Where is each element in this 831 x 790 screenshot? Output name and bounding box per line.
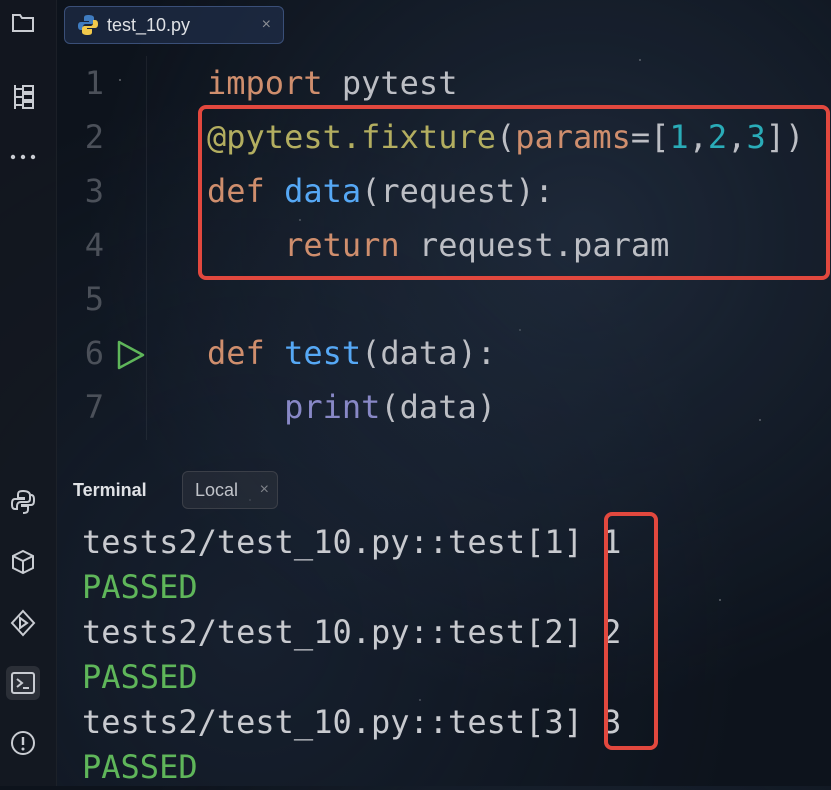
fixture-highlight-box [198, 105, 830, 280]
code-text: print(data) [207, 380, 496, 434]
code-token: import [207, 64, 323, 102]
code-token: (data) [380, 388, 496, 426]
line-number: 2 [84, 118, 104, 156]
code-token: (data): [361, 334, 496, 372]
close-icon[interactable]: × [260, 481, 269, 499]
python-file-icon [78, 15, 98, 35]
problems-icon[interactable] [6, 726, 40, 760]
code-token: def [207, 334, 285, 372]
terminal-passed-line: PASSED [82, 658, 198, 696]
terminal-output[interactable]: tests2/test_10.py::test[1] 1 PASSED tests2… [56, 516, 831, 786]
python-packages-icon[interactable] [6, 546, 40, 580]
code-line[interactable]: 5 [56, 272, 831, 326]
run-test-icon[interactable] [114, 339, 146, 371]
services-icon[interactable] [6, 606, 40, 640]
terminal-output-line: tests2/test_10.py::test[2] 2 [82, 613, 622, 651]
code-line[interactable]: 6 def test(data): [56, 326, 831, 380]
editor-tab-bar: test_10.py × [56, 0, 831, 50]
editor-tab-test-10[interactable]: test_10.py × [64, 6, 284, 44]
line-number: 7 [84, 388, 104, 426]
line-number: 1 [84, 64, 104, 102]
terminal-icon[interactable] [6, 666, 40, 700]
tool-window-sidebar [0, 0, 57, 786]
terminal-output-line: tests2/test_10.py::test[3] 3 [82, 703, 622, 741]
code-token: print [284, 388, 381, 426]
structure-icon[interactable] [6, 80, 40, 114]
terminal-passed-line: PASSED [82, 748, 198, 786]
code-token: test [284, 334, 362, 372]
terminal-output-line: tests2/test_10.py::test[1] 1 [82, 523, 622, 561]
line-number: 5 [84, 280, 104, 318]
code-token: pytest [322, 64, 458, 102]
terminal-passed-line: PASSED [82, 568, 198, 606]
terminal-header: Terminal Local × [56, 466, 831, 514]
output-highlight-box [604, 512, 658, 750]
folder-icon[interactable] [6, 6, 40, 40]
code-line[interactable]: 1 import pytest [56, 56, 831, 110]
line-number: 6 [84, 334, 104, 372]
terminal-tab-local[interactable]: Local × [182, 471, 278, 509]
line-number: 4 [84, 226, 104, 264]
terminal-title: Terminal [73, 480, 147, 500]
python-console-icon[interactable] [6, 485, 40, 519]
terminal-tab-label: Local [195, 479, 239, 500]
code-text: import pytest [207, 56, 457, 110]
tab-label: test_10.py [107, 14, 191, 35]
code-text: def test(data): [207, 326, 496, 380]
more-icon[interactable] [6, 140, 40, 174]
line-number: 3 [84, 172, 104, 210]
code-line[interactable]: 7 print(data) [56, 380, 831, 434]
close-icon[interactable]: × [262, 16, 271, 34]
